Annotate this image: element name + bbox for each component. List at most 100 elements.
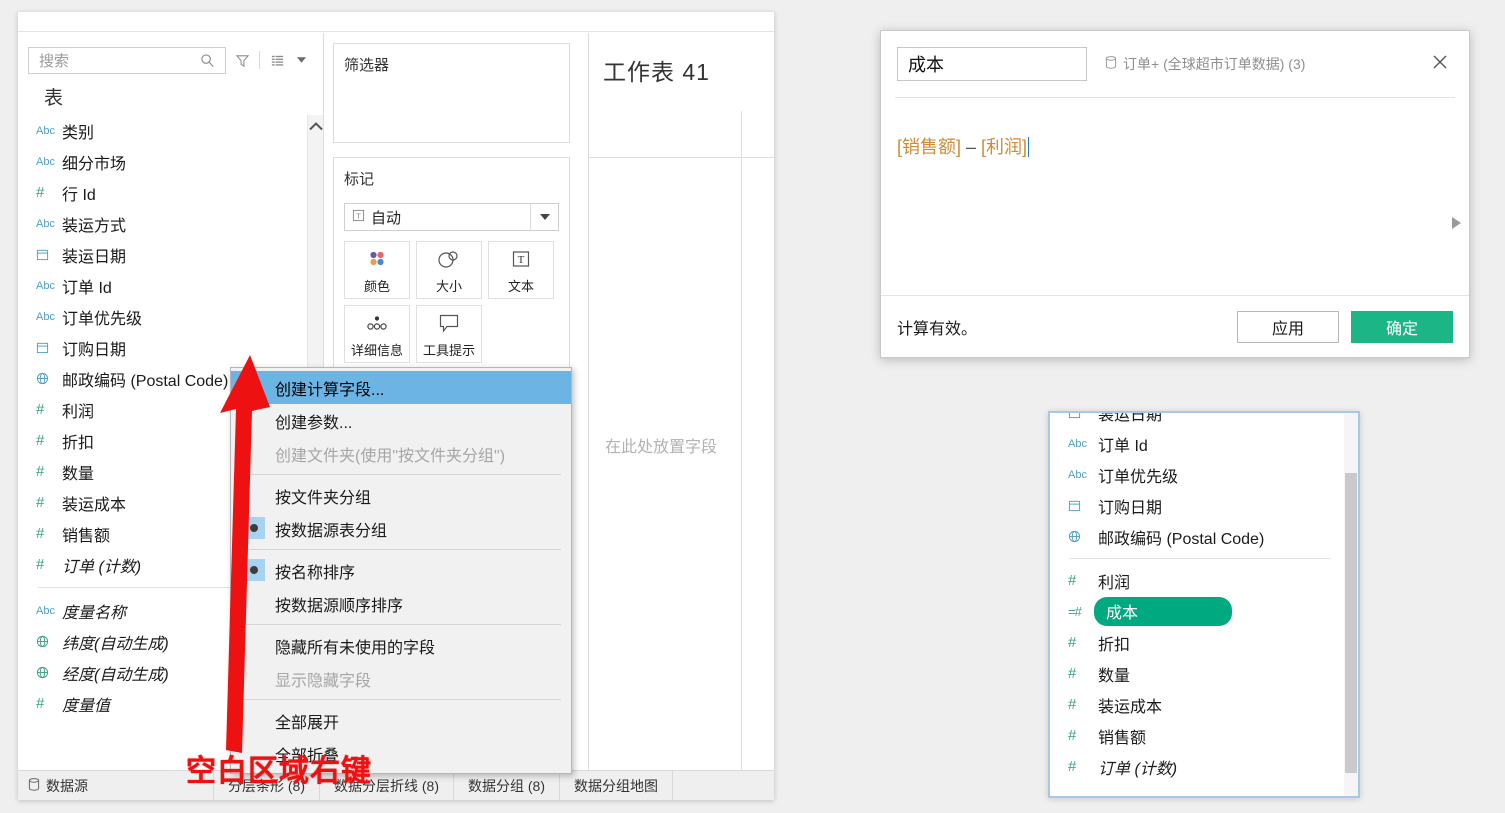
field-type-number-icon: # <box>36 401 45 418</box>
svg-text:T: T <box>518 254 525 266</box>
field-type-geo-icon <box>36 372 62 385</box>
field-row[interactable]: 订购日期 <box>1050 490 1344 521</box>
field-row[interactable]: # 行 Id <box>18 177 323 208</box>
filter-icon[interactable] <box>230 48 254 72</box>
worksheet-tab[interactable]: 数据分组地图 <box>560 771 673 800</box>
chevron-down-icon[interactable] <box>289 48 313 72</box>
field-type-number-icon: # <box>36 463 45 480</box>
field-row[interactable]: Abc 细分市场 <box>18 146 323 177</box>
field-type-string-icon: Abc <box>36 155 55 168</box>
field-type-geo-m-icon <box>36 635 62 648</box>
field-label: 数量 <box>62 465 95 483</box>
field-label: 折扣 <box>1098 636 1131 654</box>
field-row[interactable]: # 销售额 <box>1050 720 1344 751</box>
calc-validation-status: 计算有效。 <box>897 320 978 338</box>
field-label: 度量名称 <box>62 604 127 622</box>
filters-card[interactable]: 筛选器 <box>333 43 570 143</box>
worksheet-canvas[interactable]: 工作表 41 在此处放置字段 <box>588 33 774 770</box>
sheet-horizontal-rule <box>589 157 774 158</box>
data-pane-view-tools <box>230 48 313 72</box>
result-field-list-panel[interactable]: 装运日期 Abc 订单 Id Abc 订单优先级订购日期邮政编码 (Postal Cod… <box>1048 411 1360 798</box>
field-row[interactable]: Abc 类别 <box>18 115 323 146</box>
field-type-string-icon: Abc <box>1068 437 1087 450</box>
marks-tooltip-label: 工具提示 <box>422 342 475 358</box>
field-label: 订购日期 <box>1098 499 1163 517</box>
color-icon <box>365 246 389 272</box>
field-type-number-icon: # <box>1068 727 1077 744</box>
field-row[interactable]: Abc 订单优先级 <box>1050 459 1344 490</box>
filters-title: 筛选器 <box>344 57 390 74</box>
apply-button[interactable]: 应用 <box>1237 310 1339 343</box>
search-input[interactable]: 搜索 <box>28 46 226 74</box>
result-panel-scrollbar[interactable] <box>1344 413 1358 796</box>
field-label: 行 Id <box>62 186 96 204</box>
result-field-list[interactable]: 装运日期 Abc 订单 Id Abc 订单优先级订购日期邮政编码 (Postal Cod… <box>1050 413 1344 782</box>
worksheet-tab-bar: 数据源 分层条形 (8) 数据分层折线 (8) 数据分组 (8) 数据分组地图 <box>18 770 774 800</box>
field-label: 利润 <box>1098 574 1131 592</box>
marks-color-button[interactable]: 颜色 <box>344 241 410 299</box>
grid-view-icon[interactable] <box>265 48 289 72</box>
formula-token-field-profit: [利润] <box>981 137 1028 157</box>
field-type-string-icon: Abc <box>36 604 55 617</box>
field-label: 销售额 <box>1098 729 1147 747</box>
annotation-text: 空白区域右键 <box>186 755 372 788</box>
field-row-selected[interactable]: =# 成本 <box>1050 596 1344 627</box>
ok-button[interactable]: 确定 <box>1351 310 1453 343</box>
field-type-geo-icon <box>1068 530 1092 543</box>
field-row[interactable]: Abc 装运方式 <box>18 208 323 239</box>
sheet-vertical-rule <box>741 111 742 770</box>
marks-size-button[interactable]: 大小 <box>416 241 482 299</box>
search-icon[interactable] <box>195 48 219 72</box>
field-label: 装运方式 <box>62 217 127 235</box>
field-row[interactable]: # 订单 (计数) <box>1050 751 1344 782</box>
field-label: 细分市场 <box>62 155 127 173</box>
formula-expand-icon[interactable] <box>1452 217 1461 232</box>
field-row[interactable]: Abc 订单 Id <box>1050 428 1344 459</box>
marks-detail-button[interactable]: 详细信息 <box>344 305 410 363</box>
data-source-tab[interactable]: 数据源 <box>18 771 214 800</box>
marks-text-button[interactable]: T 文本 <box>488 241 554 299</box>
field-type-number-icon: # <box>36 184 45 201</box>
worksheet-tab[interactable]: 数据分组 (8) <box>454 771 560 800</box>
field-row[interactable]: Abc 订单优先级 <box>18 301 323 332</box>
field-row[interactable]: 装运日期 <box>1050 413 1344 428</box>
field-label: 度量值 <box>62 697 111 715</box>
calc-data-source-label: 订单+ (全球超市订单数据) (3) <box>1123 56 1306 72</box>
field-type-string-icon: Abc <box>36 310 55 323</box>
calculated-field-dialog[interactable]: 成本 订单+ (全球超市订单数据) (3) [销售额] – [利润] 计算有效。… <box>880 30 1470 358</box>
field-type-date-icon <box>36 248 62 261</box>
field-label: 订单 Id <box>1098 437 1148 455</box>
field-row[interactable]: # 利润 <box>1050 565 1344 596</box>
calc-name-input[interactable]: 成本 <box>897 47 1087 81</box>
mark-type-dropdown[interactable]: T 自动 <box>344 203 559 231</box>
field-row[interactable]: # 数量 <box>1050 658 1344 689</box>
field-row[interactable]: # 折扣 <box>1050 627 1344 658</box>
database-icon <box>28 777 40 794</box>
field-row[interactable]: 邮政编码 (Postal Code) <box>1050 521 1344 552</box>
field-row[interactable]: 装运日期 <box>18 239 323 270</box>
field-type-number-icon: # <box>36 525 45 542</box>
field-type-string-icon: Abc <box>36 124 55 137</box>
field-drop-zone[interactable]: 在此处放置字段 <box>605 433 717 457</box>
close-icon[interactable] <box>1425 51 1455 77</box>
field-label: 利润 <box>62 403 95 421</box>
table-section-header: 表 <box>44 88 64 109</box>
field-label: 装运日期 <box>62 248 127 266</box>
field-row[interactable]: Abc 订单 Id <box>18 270 323 301</box>
marks-tooltip-button[interactable]: 工具提示 <box>416 305 482 363</box>
chevron-down-icon[interactable] <box>530 204 558 230</box>
scrollbar-thumb[interactable] <box>1345 473 1357 773</box>
calc-formula-editor[interactable]: [销售额] – [利润] <box>897 135 1439 160</box>
scroll-up-icon[interactable] <box>308 115 323 137</box>
field-type-calc-icon: =# <box>1068 604 1082 619</box>
field-type-geo-m-icon <box>36 666 62 679</box>
field-row[interactable]: # 装运成本 <box>1050 689 1344 720</box>
field-type-number-icon: # <box>36 556 45 573</box>
size-icon <box>436 246 462 272</box>
field-type-number-icon: # <box>1068 758 1077 775</box>
formula-token-field-sales: [销售额] <box>897 137 962 157</box>
window-titlebar <box>18 12 774 32</box>
field-type-number-icon: # <box>36 494 45 511</box>
text-icon: T <box>510 246 532 272</box>
field-label: 成本 <box>1094 597 1233 626</box>
